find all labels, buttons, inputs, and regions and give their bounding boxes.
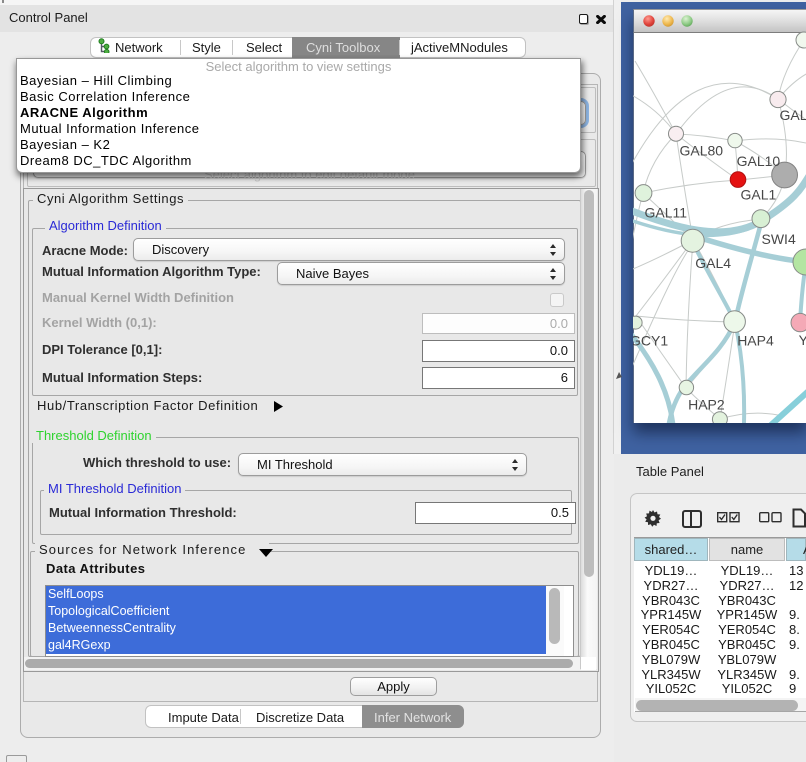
svg-text:GAL7: GAL7 (780, 107, 806, 123)
svg-text:GAL80: GAL80 (680, 143, 724, 159)
svg-text:GAL4: GAL4 (695, 255, 731, 271)
svg-text:GCY1: GCY1 (633, 333, 668, 349)
svg-text:GAL10: GAL10 (737, 153, 781, 169)
svg-text:GAL11: GAL11 (645, 205, 688, 221)
svg-text:HAP2: HAP2 (688, 397, 725, 413)
svg-text:HAP4: HAP4 (737, 333, 774, 349)
svg-text:Y: Y (799, 332, 806, 348)
svg-text:SWI4: SWI4 (762, 231, 796, 247)
svg-text:GAL1: GAL1 (741, 187, 777, 203)
